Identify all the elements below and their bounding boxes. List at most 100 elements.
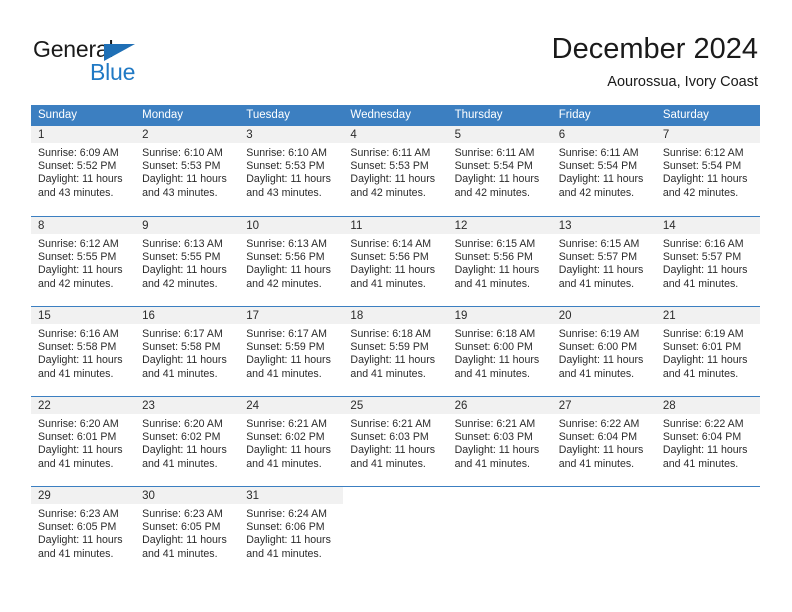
calendar-day-30[interactable]: 30 Sunrise: 6:23 AM Sunset: 6:05 PM Dayligh… (135, 486, 240, 576)
sunset-text: Sunset: 6:05 PM (142, 521, 221, 534)
calendar-day-22[interactable]: 22 Sunrise: 6:20 AM Sunset: 6:01 PM Dayligh… (31, 396, 136, 486)
calendar-day-20[interactable]: 20 Sunrise: 6:19 AM Sunset: 6:00 PM Dayligh… (551, 306, 656, 396)
day-sun-info: Sunrise: 6:21 AM Sunset: 6:02 PM Daylight:… (239, 414, 343, 471)
calendar-day-26[interactable]: 26 Sunrise: 6:21 AM Sunset: 6:03 PM Dayligh… (447, 396, 552, 486)
day-number: 28 (655, 397, 760, 414)
calendar-day-6[interactable]: 6 Sunrise: 6:11 AM Sunset: 5:54 PM Daylight… (551, 126, 656, 216)
daylight-text-line2: and 41 minutes. (558, 277, 635, 290)
day-sun-info: Sunrise: 6:10 AM Sunset: 5:53 PM Daylight:… (239, 143, 343, 200)
day-number: 30 (135, 487, 240, 504)
calendar-day-8[interactable]: 8 Sunrise: 6:12 AM Sunset: 5:55 PM Daylight… (31, 216, 136, 306)
day-number (447, 487, 552, 504)
sunrise-text: Sunrise: 6:12 AM (662, 147, 744, 159)
day-number: 4 (343, 126, 448, 143)
calendar-day-5[interactable]: 5 Sunrise: 6:11 AM Sunset: 5:54 PM Daylight… (447, 126, 552, 216)
general-blue-logo[interactable]: General Blue (33, 36, 213, 85)
calendar-week-row: 29 Sunrise: 6:23 AM Sunset: 6:05 PM Dayligh… (31, 486, 760, 576)
day-number: 24 (239, 397, 344, 414)
sunset-text: Sunset: 5:53 PM (350, 160, 429, 173)
day-number: 21 (655, 307, 760, 324)
day-number: 2 (135, 126, 240, 143)
calendar-day-15[interactable]: 15 Sunrise: 6:16 AM Sunset: 5:58 PM Dayligh… (31, 306, 136, 396)
sunrise-text: Sunrise: 6:21 AM (246, 418, 327, 430)
daylight-text-line2: and 43 minutes. (142, 186, 218, 199)
calendar-day-19[interactable]: 19 Sunrise: 6:18 AM Sunset: 6:00 PM Dayligh… (447, 306, 552, 396)
weekday-header-saturday: Saturday (655, 105, 760, 126)
calendar-day-9[interactable]: 9 Sunrise: 6:13 AM Sunset: 5:55 PM Daylight… (135, 216, 240, 306)
calendar-day-14[interactable]: 14 Sunrise: 6:16 AM Sunset: 5:57 PM Dayligh… (655, 216, 760, 306)
sunset-text: Sunset: 6:03 PM (350, 431, 429, 444)
sunset-text: Sunset: 6:01 PM (662, 341, 742, 354)
day-sun-info: Sunrise: 6:11 AM Sunset: 5:53 PM Daylight:… (343, 143, 447, 200)
calendar-day-27[interactable]: 27 Sunrise: 6:22 AM Sunset: 6:04 PM Dayligh… (551, 396, 656, 486)
calendar-day-31[interactable]: 31 Sunrise: 6:24 AM Sunset: 6:06 PM Dayligh… (239, 486, 344, 576)
day-number: 9 (135, 217, 240, 234)
sunrise-text: Sunrise: 6:13 AM (142, 238, 223, 250)
calendar-day-12[interactable]: 12 Sunrise: 6:15 AM Sunset: 5:56 PM Dayligh… (447, 216, 552, 306)
calendar-day-empty (655, 486, 760, 576)
calendar-day-21[interactable]: 21 Sunrise: 6:19 AM Sunset: 6:01 PM Dayligh… (655, 306, 760, 396)
calendar-day-4[interactable]: 4 Sunrise: 6:11 AM Sunset: 5:53 PM Daylight… (343, 126, 448, 216)
calendar-day-1[interactable]: 1 Sunrise: 6:09 AM Sunset: 5:52 PM Daylight… (31, 126, 136, 216)
calendar-week-row: 1 Sunrise: 6:09 AM Sunset: 5:52 PM Daylight… (31, 126, 760, 216)
daylight-text-line1: Daylight: 11 hours (142, 264, 227, 277)
calendar-cell (447, 486, 552, 576)
daylight-text-line1: Daylight: 11 hours (38, 534, 123, 547)
calendar-day-3[interactable]: 3 Sunrise: 6:10 AM Sunset: 5:53 PM Daylight… (239, 126, 344, 216)
calendar-day-10[interactable]: 10 Sunrise: 6:13 AM Sunset: 5:56 PM Dayligh… (239, 216, 344, 306)
day-number: 3 (239, 126, 344, 143)
daylight-text-line2: and 42 minutes. (454, 186, 530, 199)
calendar-body: 1 Sunrise: 6:09 AM Sunset: 5:52 PM Daylight… (31, 126, 760, 576)
sunrise-text: Sunrise: 6:14 AM (350, 238, 432, 250)
day-sun-info: Sunrise: 6:19 AM Sunset: 6:00 PM Daylight:… (552, 324, 656, 381)
calendar-day-29[interactable]: 29 Sunrise: 6:23 AM Sunset: 6:05 PM Dayligh… (31, 486, 136, 576)
calendar-day-7[interactable]: 7 Sunrise: 6:12 AM Sunset: 5:54 PM Daylight… (655, 126, 760, 216)
calendar-day-17[interactable]: 17 Sunrise: 6:17 AM Sunset: 5:59 PM Dayligh… (239, 306, 344, 396)
sunrise-text: Sunrise: 6:11 AM (454, 147, 535, 159)
day-number: 29 (31, 487, 136, 504)
daylight-text-line2: and 41 minutes. (350, 367, 426, 380)
day-sun-info: Sunrise: 6:11 AM Sunset: 5:54 PM Daylight:… (448, 143, 552, 200)
day-number: 16 (135, 307, 240, 324)
day-sun-info: Sunrise: 6:23 AM Sunset: 6:05 PM Daylight:… (135, 504, 239, 561)
calendar-day-2[interactable]: 2 Sunrise: 6:10 AM Sunset: 5:53 PM Daylight… (135, 126, 240, 216)
title-block: December 2024 Aourossua, Ivory Coast (552, 32, 758, 92)
sunset-text: Sunset: 5:58 PM (38, 341, 117, 354)
calendar-day-23[interactable]: 23 Sunrise: 6:20 AM Sunset: 6:02 PM Dayligh… (135, 396, 240, 486)
daylight-text-line2: and 41 minutes. (246, 547, 322, 560)
calendar-page: General Blue December 2024 Aourossua, Iv… (0, 0, 792, 612)
daylight-text-line2: and 43 minutes. (246, 186, 322, 199)
daylight-text-line2: and 42 minutes. (38, 277, 114, 290)
calendar-cell: 19 Sunrise: 6:18 AM Sunset: 6:00 PM Dayligh… (447, 306, 552, 396)
sunrise-text: Sunrise: 6:16 AM (662, 238, 744, 250)
day-number: 8 (31, 217, 136, 234)
calendar-day-24[interactable]: 24 Sunrise: 6:21 AM Sunset: 6:02 PM Dayligh… (239, 396, 344, 486)
sunrise-text: Sunrise: 6:22 AM (558, 418, 640, 430)
calendar-cell: 30 Sunrise: 6:23 AM Sunset: 6:05 PM Dayligh… (135, 486, 240, 576)
daylight-text-line1: Daylight: 11 hours (246, 354, 331, 367)
sunrise-text: Sunrise: 6:21 AM (454, 418, 536, 430)
sunset-text: Sunset: 5:53 PM (142, 160, 221, 173)
calendar-week-row: 22 Sunrise: 6:20 AM Sunset: 6:01 PM Dayligh… (31, 396, 760, 486)
calendar-cell: 29 Sunrise: 6:23 AM Sunset: 6:05 PM Dayligh… (31, 486, 136, 576)
daylight-text-line2: and 41 minutes. (454, 277, 530, 290)
sunrise-text: Sunrise: 6:15 AM (558, 238, 640, 250)
calendar-day-11[interactable]: 11 Sunrise: 6:14 AM Sunset: 5:56 PM Dayligh… (343, 216, 448, 306)
calendar-day-28[interactable]: 28 Sunrise: 6:22 AM Sunset: 6:04 PM Dayligh… (655, 396, 760, 486)
sunrise-text: Sunrise: 6:20 AM (142, 418, 223, 430)
calendar-cell: 31 Sunrise: 6:24 AM Sunset: 6:06 PM Dayligh… (239, 486, 344, 576)
calendar-day-16[interactable]: 16 Sunrise: 6:17 AM Sunset: 5:58 PM Dayligh… (135, 306, 240, 396)
day-sun-info: Sunrise: 6:21 AM Sunset: 6:03 PM Daylight:… (343, 414, 447, 471)
calendar-cell: 4 Sunrise: 6:11 AM Sunset: 5:53 PM Daylight… (343, 126, 448, 216)
page-subtitle: Aourossua, Ivory Coast (607, 74, 758, 90)
calendar-day-13[interactable]: 13 Sunrise: 6:15 AM Sunset: 5:57 PM Dayligh… (551, 216, 656, 306)
sunset-text: Sunset: 6:04 PM (662, 431, 742, 444)
weekday-header-row: Sunday Monday Tuesday Wednesday Thursday Frid… (31, 105, 760, 126)
calendar-day-25[interactable]: 25 Sunrise: 6:21 AM Sunset: 6:03 PM Dayligh… (343, 396, 448, 486)
calendar-cell: 18 Sunrise: 6:18 AM Sunset: 5:59 PM Dayligh… (343, 306, 448, 396)
day-number: 13 (551, 217, 656, 234)
daylight-text-line1: Daylight: 11 hours (350, 264, 436, 277)
day-sun-info: Sunrise: 6:17 AM Sunset: 5:58 PM Daylight:… (135, 324, 239, 381)
daylight-text-line2: and 41 minutes. (246, 457, 322, 470)
calendar-day-18[interactable]: 18 Sunrise: 6:18 AM Sunset: 5:59 PM Dayligh… (343, 306, 448, 396)
